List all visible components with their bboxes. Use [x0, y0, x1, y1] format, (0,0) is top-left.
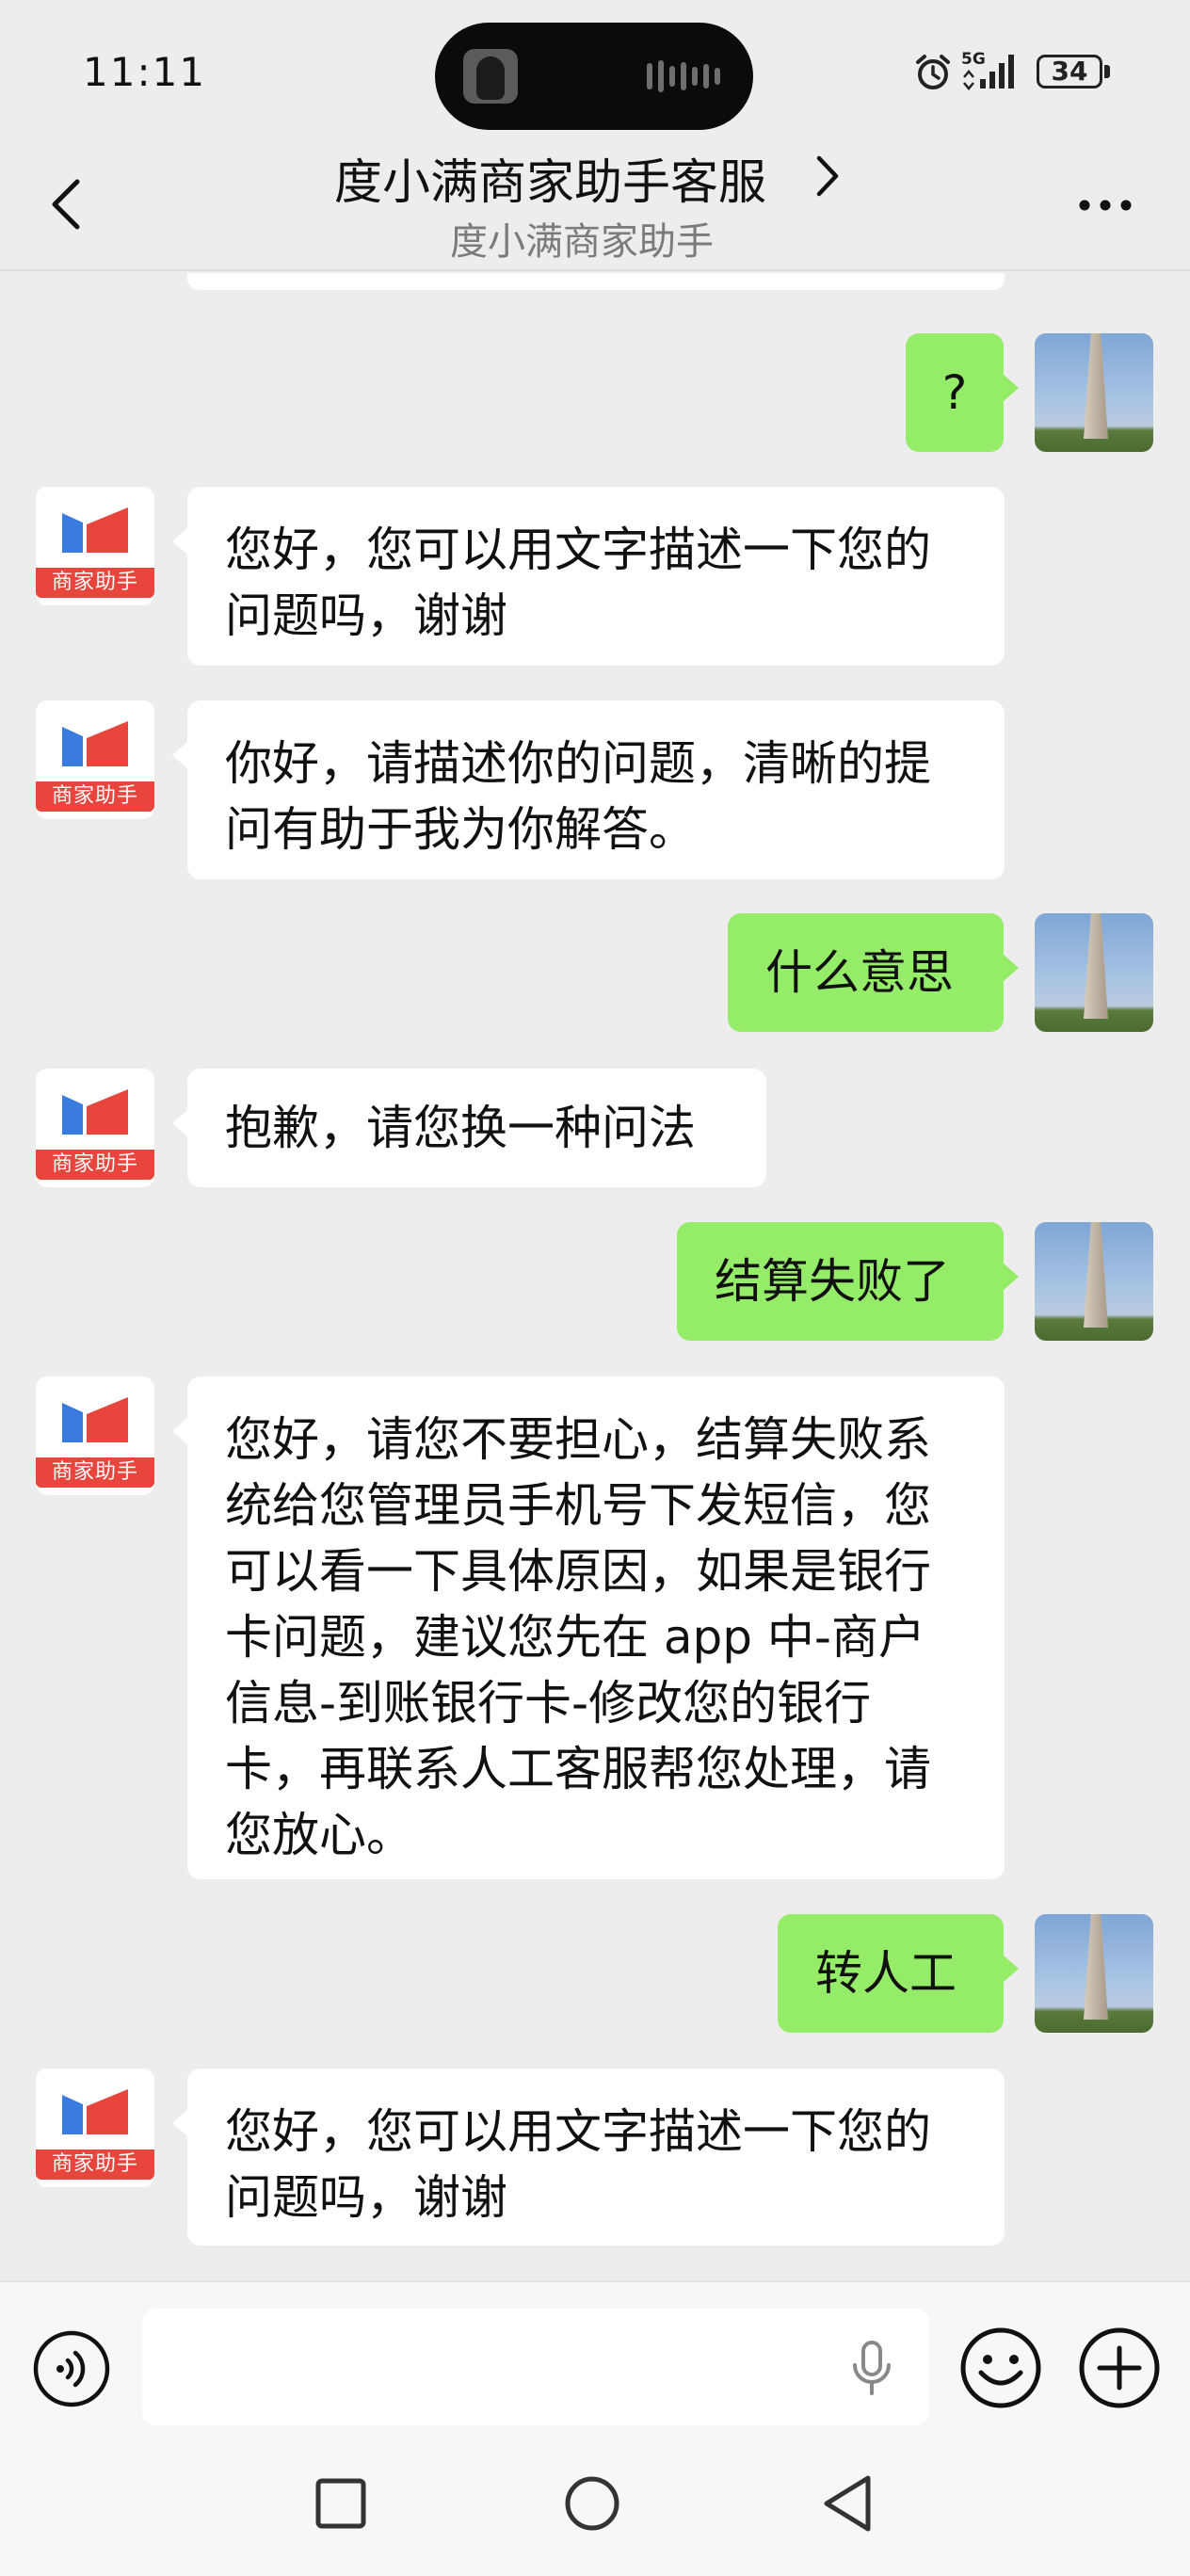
bot-avatar[interactable]: 商家助手	[36, 1069, 154, 1187]
plus-icon[interactable]	[1077, 2326, 1162, 2410]
audio-wave-icon	[647, 60, 722, 92]
voice-mode-icon[interactable]	[32, 2329, 111, 2408]
chat-messages[interactable]: ? 商家助手 您好，您可以用文字描述一下您的 问题吗，谢谢 商家助手 你好，请描…	[0, 273, 1190, 2278]
chat-title[interactable]: 度小满商家助手客服	[334, 143, 766, 213]
media-thumbnail	[463, 49, 518, 104]
home-icon[interactable]	[563, 2474, 621, 2533]
bot-logo-icon	[62, 721, 128, 766]
bot-badge: 商家助手	[36, 2149, 154, 2180]
bot-badge: 商家助手	[36, 568, 154, 598]
user-avatar[interactable]	[1035, 333, 1153, 452]
message-bubble-bot[interactable]: 你好，请描述你的问题，清晰的提 问有助于我为你解答。	[172, 700, 1005, 879]
bot-logo-icon	[62, 2089, 128, 2134]
chat-header: 度小满商家助手客服 度小满商家助手	[0, 141, 1190, 271]
bot-logo-icon	[62, 507, 128, 553]
emoji-icon[interactable]	[958, 2326, 1043, 2410]
bot-badge: 商家助手	[36, 781, 154, 812]
microphone-icon[interactable]	[849, 2339, 894, 2399]
back-triangle-icon[interactable]	[819, 2472, 876, 2535]
input-bar	[0, 2280, 1190, 2439]
alarm-icon	[916, 55, 950, 89]
battery-level: 34	[1051, 56, 1088, 87]
status-icons: 5G 34	[909, 49, 1125, 96]
more-icon[interactable]	[1077, 198, 1134, 213]
dynamic-island[interactable]	[435, 23, 753, 130]
status-time: 11:11	[83, 49, 207, 95]
chat-subtitle: 度小满商家助手	[450, 220, 714, 264]
user-avatar[interactable]	[1035, 1222, 1153, 1341]
message-bubble-bot[interactable]: 您好，请您不要担心，结算失败系 统给您管理员手机号下发短信，您 可以看一下具体原…	[172, 1377, 1005, 1879]
message-bubble-bot[interactable]: 您好，您可以用文字描述一下您的 问题吗，谢谢	[172, 487, 1005, 666]
message-bubble-user[interactable]: ?	[906, 333, 1019, 452]
message-bubble-user[interactable]: 结算失败了	[677, 1222, 1019, 1341]
bot-avatar[interactable]: 商家助手	[36, 700, 154, 819]
message-bubble-bot[interactable]: 抱歉，请您换一种问法	[172, 1069, 766, 1187]
bot-logo-icon	[62, 1397, 128, 1442]
signal-icon	[963, 55, 1014, 90]
status-bar: 11:11 5G 34	[0, 0, 1190, 141]
battery-tip	[1104, 65, 1110, 78]
user-avatar[interactable]	[1035, 913, 1153, 1032]
back-icon[interactable]	[45, 174, 87, 234]
message-bubble-user[interactable]: 什么意思	[728, 913, 1019, 1032]
message-bubble-partial	[187, 273, 1005, 290]
bot-logo-icon	[62, 1089, 128, 1135]
battery-icon: 34	[1037, 55, 1102, 89]
message-input[interactable]	[142, 2309, 929, 2425]
bot-badge: 商家助手	[36, 1457, 154, 1488]
bot-badge: 商家助手	[36, 1150, 154, 1180]
message-bubble-bot[interactable]: 您好，您可以用文字描述一下您的 问题吗，谢谢	[172, 2069, 1005, 2246]
bot-avatar[interactable]: 商家助手	[36, 2069, 154, 2187]
system-navigation-bar	[0, 2439, 1190, 2576]
user-avatar[interactable]	[1035, 1914, 1153, 2033]
recents-icon[interactable]	[314, 2476, 368, 2531]
bot-avatar[interactable]: 商家助手	[36, 1377, 154, 1495]
message-bubble-user[interactable]: 转人工	[778, 1914, 1019, 2033]
bot-avatar[interactable]: 商家助手	[36, 487, 154, 605]
chevron-right-icon[interactable]	[813, 153, 842, 200]
